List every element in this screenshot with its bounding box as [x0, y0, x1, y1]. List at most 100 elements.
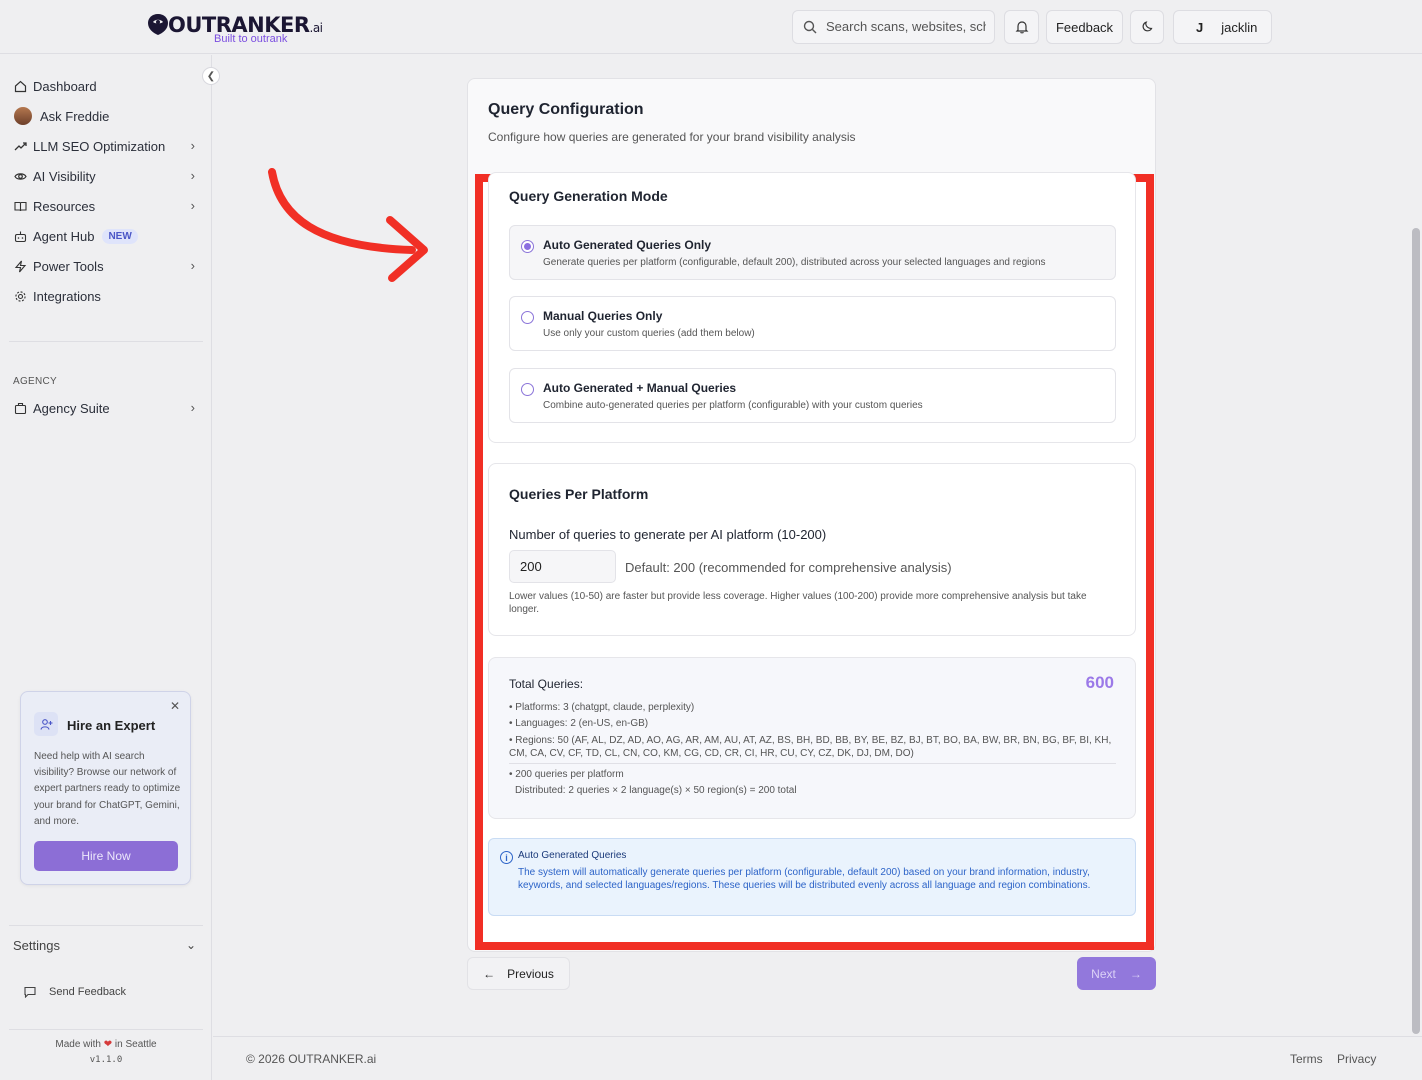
sidebar-item-label: Dashboard	[33, 78, 97, 94]
languages-line: • Languages: 2 (en-US, en-GB)	[509, 718, 649, 729]
chevron-right-icon: ›	[190, 258, 195, 273]
robot-icon	[13, 229, 27, 243]
sidebar-item-resources[interactable]: Resources ›	[13, 194, 199, 218]
option-desc: Use only your custom queries (add them b…	[543, 328, 755, 339]
next-button[interactable]: Next →	[1077, 957, 1156, 990]
previous-button[interactable]: ← Previous	[467, 957, 570, 990]
hire-expert-card: ✕ Hire an Expert Need help with AI searc…	[20, 691, 191, 885]
scrollbar[interactable]	[1412, 228, 1420, 1034]
privacy-link[interactable]: Privacy	[1337, 1052, 1376, 1066]
previous-label: Previous	[507, 966, 554, 981]
queries-default-text: Default: 200 (recommended for comprehens…	[625, 560, 952, 575]
feedback-button[interactable]: Feedback	[1046, 10, 1123, 44]
close-icon[interactable]: ✕	[170, 699, 180, 713]
sidebar-item-integrations[interactable]: Integrations	[13, 284, 199, 308]
radio-auto[interactable]	[521, 240, 534, 253]
sidebar-item-label: Power Tools	[33, 258, 104, 274]
chevron-left-icon: ❮	[206, 70, 216, 82]
mode-option-manual[interactable]: Manual Queries Only Use only your custom…	[509, 296, 1116, 351]
info-icon: i	[500, 851, 513, 864]
queries-per-platform-panel: Queries Per Platform Number of queries t…	[488, 463, 1136, 636]
chevron-right-icon: ›	[190, 198, 195, 213]
hire-expert-title: Hire an Expert	[67, 718, 156, 733]
sidebar-item-label: Ask Freddie	[40, 108, 110, 124]
summary-divider	[509, 763, 1116, 764]
made-with-text: Made with ❤ in Seattle v1.1.0	[55, 1039, 157, 1065]
page-subtitle: Configure how queries are generated for …	[488, 130, 856, 144]
per-platform-line: • 200 queries per platform	[509, 769, 624, 780]
send-feedback-link[interactable]: Send Feedback	[24, 986, 126, 998]
chevron-right-icon: ›	[190, 138, 195, 153]
distribution-line: Distributed: 2 queries × 2 language(s) ×…	[515, 785, 797, 796]
sidebar-item-agency-suite[interactable]: Agency Suite ›	[13, 396, 199, 420]
bell-icon	[1015, 21, 1028, 34]
queries-count-label: Number of queries to generate per AI pla…	[509, 527, 827, 542]
settings-toggle[interactable]: Settings ⌄	[13, 938, 199, 953]
sidebar-divider	[9, 1029, 203, 1030]
message-icon	[24, 986, 36, 998]
mode-option-auto[interactable]: Auto Generated Queries Only Generate que…	[509, 225, 1116, 280]
copyright: © 2026 OUTRANKER.ai	[246, 1052, 377, 1066]
terms-link[interactable]: Terms	[1290, 1052, 1323, 1066]
option-desc: Generate queries per platform (configura…	[543, 257, 1046, 268]
platforms-line: • Platforms: 3 (chatgpt, claude, perplex…	[509, 702, 695, 713]
radio-manual[interactable]	[521, 311, 534, 324]
arrow-right-icon: →	[1129, 966, 1142, 981]
logo-tagline: Built to outrank	[214, 33, 288, 45]
next-label: Next	[1091, 966, 1116, 981]
queries-per-platform-title: Queries Per Platform	[509, 486, 649, 502]
chevron-down-icon: ⌄	[185, 938, 196, 952]
query-mode-title: Query Generation Mode	[509, 188, 668, 204]
briefcase-icon	[13, 401, 27, 415]
option-desc: Combine auto-generated queries per platf…	[543, 400, 923, 411]
regions-line: • Regions: 50 (AF, AL, DZ, AD, AO, AG, A…	[509, 735, 1112, 759]
info-title: Auto Generated Queries	[518, 850, 627, 861]
info-alert: i Auto Generated Queries The system will…	[488, 838, 1136, 916]
sidebar-divider	[9, 925, 203, 926]
agency-heading: AGENCY	[13, 376, 58, 387]
search-box[interactable]	[792, 10, 995, 44]
home-icon	[13, 79, 27, 93]
option-title: Manual Queries Only	[543, 309, 663, 323]
logo[interactable]: OUTRANKER.ai Built to outrank	[146, 10, 323, 46]
sidebar-item-ai-visibility[interactable]: AI Visibility ›	[13, 164, 199, 188]
notifications-button[interactable]	[1004, 10, 1039, 44]
search-input[interactable]	[826, 19, 986, 34]
user-menu-button[interactable]: J jacklin	[1173, 10, 1272, 44]
radio-combined[interactable]	[521, 383, 534, 396]
sidebar-item-label: Resources	[33, 198, 96, 214]
total-queries-label: Total Queries:	[509, 677, 584, 691]
theme-toggle-button[interactable]	[1130, 10, 1164, 44]
hire-expert-text: Need help with AI search visibility? Bro…	[34, 751, 181, 827]
total-queries-value: 600	[1085, 673, 1114, 692]
gear-icon	[13, 289, 27, 303]
total-queries-summary: Total Queries: 600 • Platforms: 3 (chatg…	[488, 657, 1136, 819]
book-open-icon	[13, 199, 27, 213]
queries-count-input[interactable]	[509, 550, 616, 583]
user-plus-icon	[34, 712, 58, 736]
chevron-right-icon: ›	[190, 400, 195, 415]
user-name: jacklin	[1221, 19, 1258, 35]
eye-icon	[13, 169, 27, 183]
queries-help-text: Lower values (10-50) are faster but prov…	[509, 591, 1087, 615]
info-text: The system will automatically generate q…	[518, 867, 1091, 892]
page-title: Query Configuration	[488, 101, 644, 118]
sidebar-item-power-tools[interactable]: Power Tools ›	[13, 254, 199, 278]
moon-icon	[1142, 21, 1153, 32]
user-avatar: J	[1196, 19, 1204, 35]
sidebar-item-label: LLM SEO Optimization	[33, 138, 166, 154]
sidebar-item-llm-seo[interactable]: LLM SEO Optimization ›	[13, 134, 199, 158]
top-header: OUTRANKER.ai Built to outrank Feedback J…	[0, 0, 1422, 54]
annotation-arrow-icon	[268, 168, 428, 282]
zap-icon	[13, 259, 27, 273]
sidebar-item-ask-freddie[interactable]: Ask Freddie	[13, 104, 199, 128]
sidebar-item-agent-hub[interactable]: Agent Hub NEW	[13, 224, 199, 248]
hire-now-button[interactable]: Hire Now	[34, 841, 178, 871]
search-icon	[803, 20, 817, 34]
sidebar-item-label: AI Visibility	[33, 168, 96, 184]
mode-option-combined[interactable]: Auto Generated + Manual Queries Combine …	[509, 368, 1116, 423]
settings-label: Settings	[13, 938, 60, 953]
option-title: Auto Generated + Manual Queries	[543, 381, 737, 395]
collapse-sidebar-button[interactable]: ❮	[202, 67, 220, 85]
sidebar-item-dashboard[interactable]: Dashboard	[13, 74, 199, 98]
